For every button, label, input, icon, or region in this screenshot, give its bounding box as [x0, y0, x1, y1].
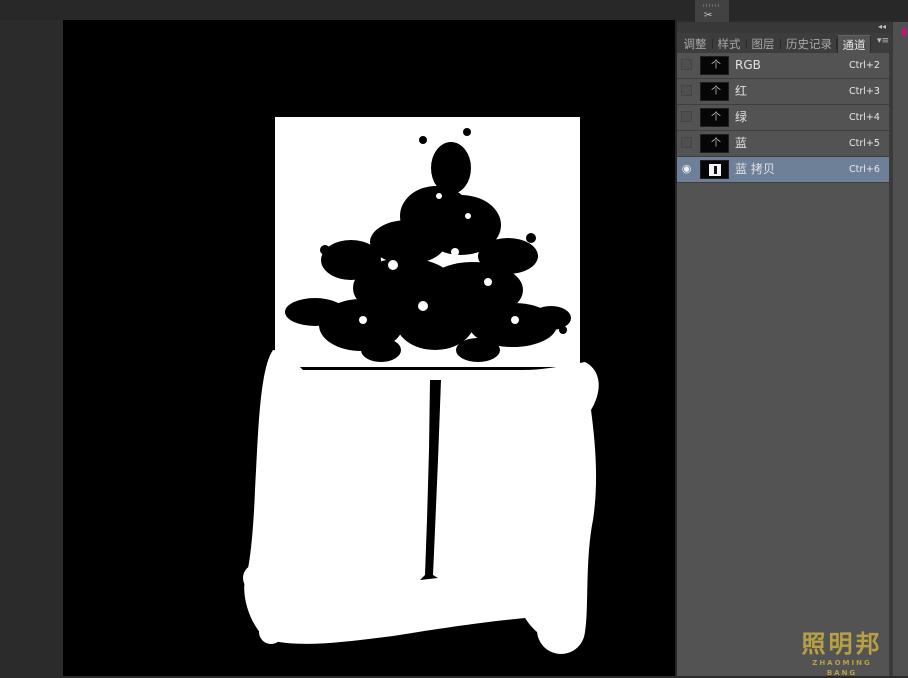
channel-thumbnail: 个	[700, 82, 729, 101]
panel-menu-icon[interactable]: ▾≡	[877, 36, 889, 46]
tab-styles[interactable]: 样式	[714, 35, 744, 53]
channel-thumbnail	[700, 160, 729, 179]
channel-row-green[interactable]: 个 绿 Ctrl+4	[677, 105, 889, 131]
channels-panel: ◂◂ ✕ 调整 样式 图层 历史记录 通道 ▾≡ 个 RGB Ctrl+2 个 …	[677, 22, 908, 676]
tool-preset-icon[interactable]: ✂	[704, 10, 712, 22]
watermark-pinyin: ZHAOMING BANG	[812, 659, 872, 677]
double-chevron-left-icon[interactable]: ◂◂	[878, 21, 886, 33]
channel-name: 红	[735, 84, 748, 98]
tree-thumbnail-icon: 个	[711, 112, 721, 123]
dock-grip[interactable]	[703, 4, 721, 7]
tree-thumbnail-icon: 个	[711, 60, 721, 71]
tab-separator	[712, 39, 713, 49]
channel-thumbnail: 个	[700, 134, 729, 153]
tree-thumbnail-icon: 个	[711, 138, 721, 149]
channel-mask-image	[243, 117, 599, 654]
watermark-logo: 照明邦 ZHAOMING BANG	[796, 630, 888, 678]
tab-separator	[746, 39, 747, 49]
channel-shortcut: Ctrl+2	[849, 60, 880, 71]
channel-name: RGB	[735, 58, 761, 72]
channel-name: 绿	[735, 110, 748, 124]
channel-shortcut: Ctrl+5	[849, 138, 880, 149]
channel-shortcut: Ctrl+6	[849, 164, 880, 175]
tree-thumbnail-icon: 个	[711, 86, 721, 97]
watermark-chinese: 照明邦	[801, 629, 883, 658]
tab-channels[interactable]: 通道	[837, 35, 871, 54]
tab-adjustments[interactable]: 调整	[680, 35, 710, 53]
channel-row-rgb[interactable]: 个 RGB Ctrl+2	[677, 53, 889, 79]
channel-shortcut: Ctrl+4	[849, 112, 880, 123]
channel-shortcut: Ctrl+3	[849, 86, 880, 97]
channel-row-blue-copy[interactable]: ◉ 蓝 拷贝 Ctrl+6	[677, 157, 889, 183]
visibility-toggle[interactable]	[681, 137, 692, 148]
channel-thumbnail: 个	[700, 56, 729, 75]
channel-thumbnail: 个	[700, 108, 729, 127]
document-canvas[interactable]	[63, 20, 675, 676]
tree-trunk-mark	[714, 166, 717, 174]
tab-history[interactable]: 历史记录	[782, 35, 836, 53]
channel-row-red[interactable]: 个 红 Ctrl+3	[677, 79, 889, 105]
channel-list: 个 RGB Ctrl+2 个 红 Ctrl+3 个 绿 Ctrl+4 个 蓝 C…	[677, 53, 889, 183]
collapsed-panel-dock[interactable]: ✂	[694, 0, 730, 22]
right-dock-edge	[893, 22, 908, 676]
dock-accent-mark	[902, 28, 906, 36]
tab-separator	[780, 39, 781, 49]
tab-layers[interactable]: 图层	[748, 35, 778, 53]
channel-name: 蓝	[735, 136, 748, 150]
panel-title-bar[interactable]: ◂◂ ✕	[677, 22, 908, 33]
visibility-toggle[interactable]	[681, 59, 692, 70]
top-strip	[0, 0, 908, 20]
channel-row-blue[interactable]: 个 蓝 Ctrl+5	[677, 131, 889, 157]
visibility-toggle[interactable]	[681, 85, 692, 96]
channel-name: 蓝 拷贝	[735, 162, 775, 176]
panel-tabs: 调整 样式 图层 历史记录 通道 ▾≡	[677, 33, 889, 54]
workspace-gutter	[0, 20, 63, 676]
eye-icon[interactable]: ◉	[681, 163, 692, 174]
visibility-toggle[interactable]	[681, 111, 692, 122]
